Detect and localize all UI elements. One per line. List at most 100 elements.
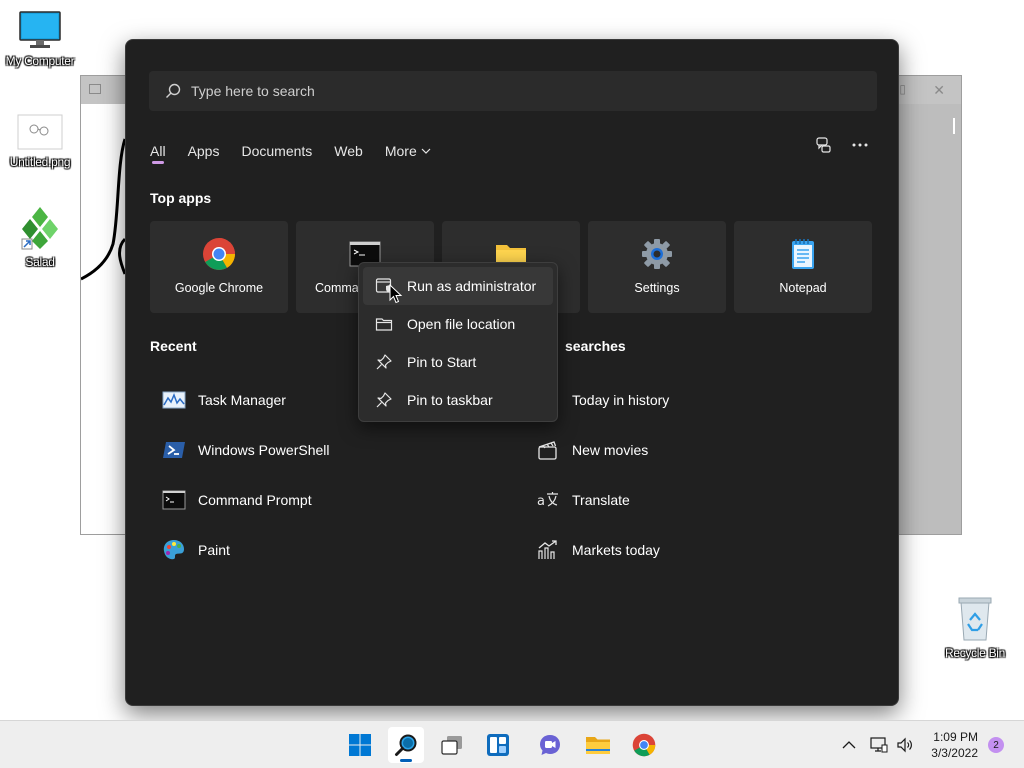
desktop-icon-my-computer[interactable]: My Computer — [0, 10, 80, 68]
open-file-location-item[interactable]: Open file location — [363, 305, 553, 343]
desktop-icon-salad[interactable]: Salad — [0, 205, 80, 269]
close-icon[interactable]: ✕ — [933, 82, 945, 99]
chat-icon — [540, 735, 560, 755]
pin-to-taskbar-item[interactable]: Pin to taskbar — [363, 381, 553, 419]
panel-actions — [814, 136, 868, 154]
image-file-icon — [17, 114, 63, 150]
chevron-down-icon — [421, 148, 431, 154]
search-item-new-movies[interactable]: New movies — [536, 425, 669, 475]
recent-list: Task Manager Windows PowerShell Command … — [162, 375, 330, 575]
tile-label: Notepad — [779, 281, 827, 295]
context-menu: Run as administrator Open file location … — [358, 262, 558, 422]
folder-icon — [586, 737, 610, 754]
sketch-stroke — [81, 138, 126, 281]
menu-item-label: Pin to taskbar — [407, 392, 493, 408]
drawing-canvas[interactable] — [81, 104, 126, 534]
taskbar-search-button[interactable] — [388, 727, 424, 763]
notification-badge[interactable]: 2 — [988, 737, 1004, 753]
mouse-cursor-icon — [389, 284, 403, 304]
search-item-markets-today[interactable]: Markets today — [536, 525, 669, 575]
clock-time: 1:09 PM — [933, 730, 978, 744]
recycle-bin-icon — [958, 597, 992, 641]
pin-icon — [376, 354, 392, 370]
search-icon — [166, 83, 181, 98]
tab-apps[interactable]: Apps — [188, 136, 220, 166]
powershell-icon — [163, 442, 185, 458]
tab-web[interactable]: Web — [334, 136, 363, 166]
menu-item-label: Open file location — [407, 316, 516, 332]
recent-title: Recent — [150, 338, 197, 354]
search-item-label: New movies — [572, 442, 649, 458]
menu-item-label: Run as administrator — [407, 278, 537, 294]
tab-label: Apps — [187, 143, 220, 159]
search-item-label: Translate — [572, 492, 630, 508]
pin-icon — [376, 392, 392, 408]
tab-all[interactable]: All — [150, 136, 166, 166]
recent-item-label: Command Prompt — [198, 492, 312, 508]
teams-chat-button[interactable] — [532, 727, 568, 763]
chrome-taskbar-button[interactable] — [626, 727, 662, 763]
paint-palette-icon — [163, 540, 184, 560]
tab-label: Documents — [241, 143, 313, 159]
desktop-icon-label: Untitled.png — [9, 155, 71, 169]
recent-item-task-manager[interactable]: Task Manager — [162, 375, 330, 425]
account-switch-icon[interactable] — [814, 136, 832, 154]
search-box[interactable] — [149, 71, 877, 111]
filter-tabs: All Apps Documents Web More — [150, 136, 453, 166]
tab-more[interactable]: More — [385, 136, 431, 166]
clapperboard-icon — [538, 441, 557, 460]
start-button[interactable] — [342, 727, 378, 763]
network-icon[interactable] — [870, 737, 888, 753]
chrome-icon — [203, 238, 235, 270]
tile-label: Google Chrome — [174, 281, 264, 295]
tile-label: Settings — [634, 281, 680, 295]
recent-item-label: Task Manager — [198, 392, 286, 408]
translate-icon: a — [537, 492, 558, 509]
desktop-icon-untitled-png[interactable]: Untitled.png — [0, 113, 80, 169]
system-tray — [842, 721, 914, 768]
top-apps-title: Top apps — [150, 190, 212, 206]
maximize-icon[interactable]: ▯ — [899, 82, 906, 96]
volume-icon[interactable] — [896, 737, 914, 753]
searches-title: searches — [565, 338, 626, 354]
notepad-icon — [792, 239, 814, 269]
recent-item-paint[interactable]: Paint — [162, 525, 330, 575]
search-item-translate[interactable]: a Translate — [536, 475, 669, 525]
scrollbar-thumb[interactable] — [953, 118, 955, 134]
pin-to-start-item[interactable]: Pin to Start — [363, 343, 553, 381]
chevron-up-icon[interactable] — [842, 740, 856, 750]
tab-label: Web — [334, 143, 363, 159]
clock-date: 3/3/2022 — [931, 746, 978, 760]
more-options-icon[interactable] — [852, 143, 868, 147]
desktop-icon-label: Recycle Bin — [944, 646, 1006, 660]
recent-item-command-prompt[interactable]: Command Prompt — [162, 475, 330, 525]
recent-item-label: Paint — [198, 542, 230, 558]
search-input[interactable] — [191, 83, 791, 99]
monitor-icon — [19, 11, 61, 48]
desktop-icon-label: My Computer — [5, 54, 75, 68]
top-app-notepad[interactable]: Notepad — [734, 221, 872, 313]
widgets-icon — [487, 734, 509, 756]
file-explorer-button[interactable] — [580, 727, 616, 763]
folder-outline-icon — [375, 318, 393, 331]
desktop-icon-label: Salad — [25, 255, 55, 269]
search-item-label: Markets today — [572, 542, 660, 558]
windows-logo-icon — [349, 734, 371, 756]
search-icon — [395, 734, 417, 756]
command-prompt-icon — [162, 490, 186, 510]
recent-item-label: Windows PowerShell — [198, 442, 330, 458]
top-app-settings[interactable]: Settings — [588, 221, 726, 313]
task-manager-icon — [162, 391, 186, 409]
task-view-icon — [441, 736, 462, 755]
widgets-button[interactable] — [480, 727, 516, 763]
desktop-icon-recycle-bin[interactable]: Recycle Bin — [935, 594, 1015, 660]
top-app-google-chrome[interactable]: Google Chrome — [150, 221, 288, 313]
taskbar-clock[interactable]: 1:09 PM 3/3/2022 — [931, 729, 978, 761]
tab-documents[interactable]: Documents — [241, 136, 312, 166]
task-view-button[interactable] — [434, 727, 470, 763]
search-item-label: Today in history — [572, 392, 670, 408]
taskbar: 1:09 PM 3/3/2022 2 — [0, 720, 1024, 768]
recent-item-windows-powershell[interactable]: Windows PowerShell — [162, 425, 330, 475]
chart-trend-icon — [538, 540, 557, 559]
svg-text:a: a — [537, 494, 545, 509]
